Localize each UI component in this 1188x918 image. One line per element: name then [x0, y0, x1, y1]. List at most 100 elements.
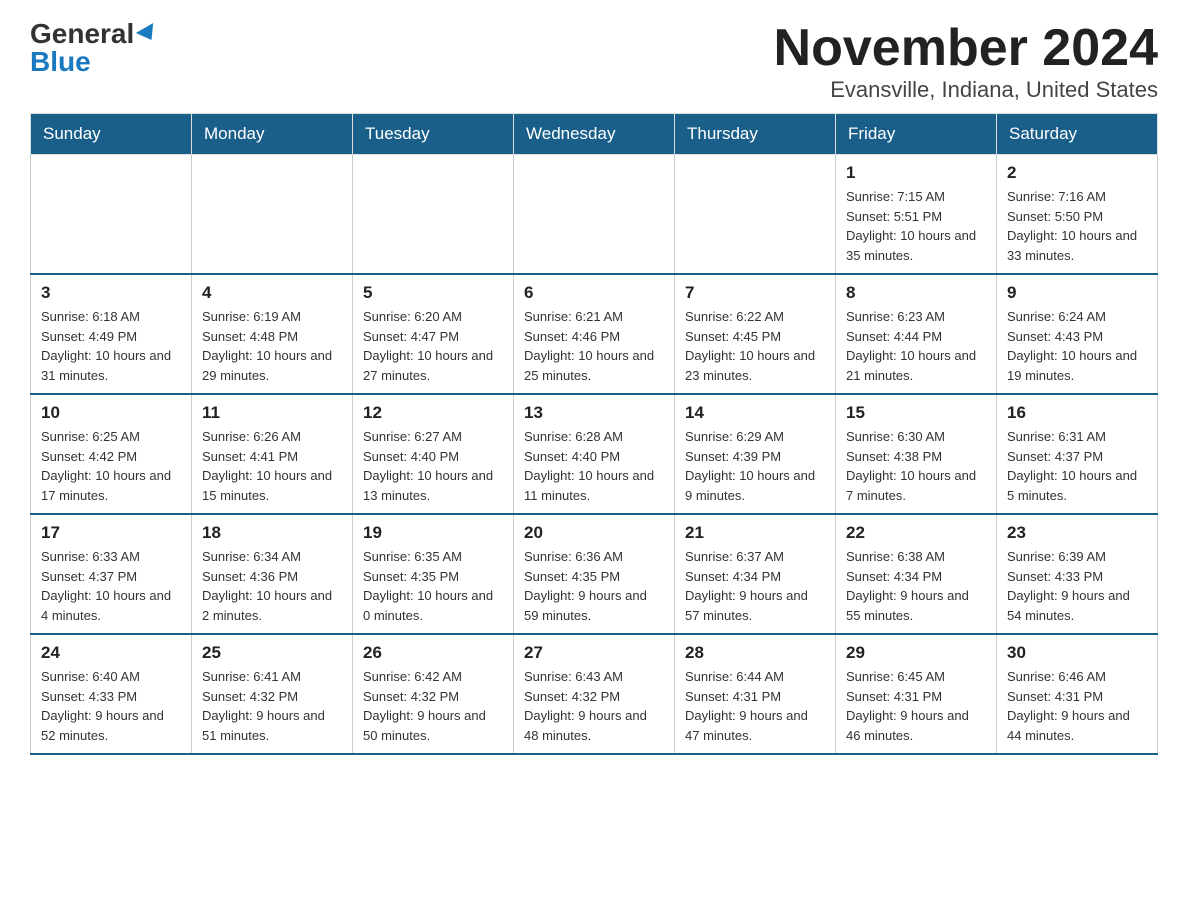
day-info: Sunrise: 6:19 AMSunset: 4:48 PMDaylight:… [202, 307, 342, 385]
calendar-body: 1 Sunrise: 7:15 AMSunset: 5:51 PMDaylight… [31, 155, 1158, 755]
day-info: Sunrise: 6:31 AMSunset: 4:37 PMDaylight:… [1007, 427, 1147, 505]
day-number: 24 [41, 643, 181, 663]
day-info: Sunrise: 6:43 AMSunset: 4:32 PMDaylight:… [524, 667, 664, 745]
calendar-cell [675, 155, 836, 275]
calendar-cell: 27 Sunrise: 6:43 AMSunset: 4:32 PMDayligh… [514, 634, 675, 754]
day-info: Sunrise: 7:16 AMSunset: 5:50 PMDaylight:… [1007, 187, 1147, 265]
weekday-header-row: SundayMondayTuesdayWednesdayThursdayFrid… [31, 114, 1158, 155]
calendar-cell: 22Sunrise: 6:38 AMSunset: 4:34 PMDayligh… [836, 514, 997, 634]
day-info: Sunrise: 6:38 AMSunset: 4:34 PMDaylight:… [846, 547, 986, 625]
day-info: Sunrise: 6:45 AMSunset: 4:31 PMDaylight:… [846, 667, 986, 745]
calendar-cell: 25Sunrise: 6:41 AMSunset: 4:32 PMDayligh… [192, 634, 353, 754]
calendar-cell [31, 155, 192, 275]
day-number: 21 [685, 523, 825, 543]
weekday-header-monday: Monday [192, 114, 353, 155]
day-number: 10 [41, 403, 181, 423]
calendar-cell [192, 155, 353, 275]
day-info: Sunrise: 6:18 AMSunset: 4:49 PMDaylight:… [41, 307, 181, 385]
day-info: Sunrise: 6:42 AMSunset: 4:32 PMDaylight:… [363, 667, 503, 745]
calendar-cell: 21 Sunrise: 6:37 AMSunset: 4:34 PMDayligh… [675, 514, 836, 634]
day-info: Sunrise: 6:21 AMSunset: 4:46 PMDaylight:… [524, 307, 664, 385]
calendar-cell: 4 Sunrise: 6:19 AMSunset: 4:48 PMDaylight… [192, 274, 353, 394]
calendar-cell: 1 Sunrise: 7:15 AMSunset: 5:51 PMDaylight… [836, 155, 997, 275]
calendar-cell: 20 Sunrise: 6:36 AMSunset: 4:35 PMDayligh… [514, 514, 675, 634]
logo-blue-text: Blue [30, 48, 91, 76]
calendar-header: SundayMondayTuesdayWednesdayThursdayFrid… [31, 114, 1158, 155]
weekday-header-wednesday: Wednesday [514, 114, 675, 155]
logo-triangle-icon [136, 23, 160, 45]
calendar-subtitle: Evansville, Indiana, United States [774, 77, 1158, 103]
calendar-week-row: 1 Sunrise: 7:15 AMSunset: 5:51 PMDaylight… [31, 155, 1158, 275]
calendar-cell: 6Sunrise: 6:21 AMSunset: 4:46 PMDaylight… [514, 274, 675, 394]
day-info: Sunrise: 6:28 AMSunset: 4:40 PMDaylight:… [524, 427, 664, 505]
day-number: 14 [685, 403, 825, 423]
calendar-week-row: 17 Sunrise: 6:33 AMSunset: 4:37 PMDayligh… [31, 514, 1158, 634]
day-info: Sunrise: 6:26 AMSunset: 4:41 PMDaylight:… [202, 427, 342, 505]
calendar-cell [353, 155, 514, 275]
day-info: Sunrise: 6:37 AMSunset: 4:34 PMDaylight:… [685, 547, 825, 625]
calendar-cell: 2 Sunrise: 7:16 AMSunset: 5:50 PMDaylight… [997, 155, 1158, 275]
day-info: Sunrise: 6:27 AMSunset: 4:40 PMDaylight:… [363, 427, 503, 505]
calendar-cell: 8Sunrise: 6:23 AMSunset: 4:44 PMDaylight… [836, 274, 997, 394]
weekday-header-thursday: Thursday [675, 114, 836, 155]
calendar-cell: 24 Sunrise: 6:40 AMSunset: 4:33 PMDayligh… [31, 634, 192, 754]
day-number: 23 [1007, 523, 1147, 543]
weekday-header-saturday: Saturday [997, 114, 1158, 155]
calendar-cell: 17 Sunrise: 6:33 AMSunset: 4:37 PMDayligh… [31, 514, 192, 634]
day-info: Sunrise: 6:34 AMSunset: 4:36 PMDaylight:… [202, 547, 342, 625]
calendar-cell: 13 Sunrise: 6:28 AMSunset: 4:40 PMDayligh… [514, 394, 675, 514]
day-number: 26 [363, 643, 503, 663]
weekday-header-tuesday: Tuesday [353, 114, 514, 155]
day-info: Sunrise: 7:15 AMSunset: 5:51 PMDaylight:… [846, 187, 986, 265]
day-number: 1 [846, 163, 986, 183]
calendar-title: November 2024 [774, 20, 1158, 77]
day-number: 8 [846, 283, 986, 303]
calendar-cell: 23 Sunrise: 6:39 AMSunset: 4:33 PMDayligh… [997, 514, 1158, 634]
day-number: 9 [1007, 283, 1147, 303]
day-number: 15 [846, 403, 986, 423]
day-info: Sunrise: 6:36 AMSunset: 4:35 PMDaylight:… [524, 547, 664, 625]
calendar-cell: 10 Sunrise: 6:25 AMSunset: 4:42 PMDayligh… [31, 394, 192, 514]
calendar-cell: 18 Sunrise: 6:34 AMSunset: 4:36 PMDayligh… [192, 514, 353, 634]
page-header: General Blue November 2024 Evansville, I… [30, 20, 1158, 103]
calendar-cell: 28Sunrise: 6:44 AMSunset: 4:31 PMDayligh… [675, 634, 836, 754]
day-info: Sunrise: 6:33 AMSunset: 4:37 PMDaylight:… [41, 547, 181, 625]
calendar-cell: 30Sunrise: 6:46 AMSunset: 4:31 PMDayligh… [997, 634, 1158, 754]
day-number: 12 [363, 403, 503, 423]
calendar-table: SundayMondayTuesdayWednesdayThursdayFrid… [30, 113, 1158, 755]
day-number: 17 [41, 523, 181, 543]
day-info: Sunrise: 6:22 AMSunset: 4:45 PMDaylight:… [685, 307, 825, 385]
day-info: Sunrise: 6:25 AMSunset: 4:42 PMDaylight:… [41, 427, 181, 505]
calendar-week-row: 3Sunrise: 6:18 AMSunset: 4:49 PMDaylight… [31, 274, 1158, 394]
day-number: 2 [1007, 163, 1147, 183]
calendar-cell: 29 Sunrise: 6:45 AMSunset: 4:31 PMDayligh… [836, 634, 997, 754]
logo-general-text: General [30, 20, 134, 48]
day-number: 28 [685, 643, 825, 663]
day-info: Sunrise: 6:20 AMSunset: 4:47 PMDaylight:… [363, 307, 503, 385]
day-info: Sunrise: 6:24 AMSunset: 4:43 PMDaylight:… [1007, 307, 1147, 385]
day-info: Sunrise: 6:30 AMSunset: 4:38 PMDaylight:… [846, 427, 986, 505]
day-number: 18 [202, 523, 342, 543]
day-number: 16 [1007, 403, 1147, 423]
logo: General Blue [30, 20, 158, 76]
title-area: November 2024 Evansville, Indiana, Unite… [774, 20, 1158, 103]
day-number: 4 [202, 283, 342, 303]
calendar-cell: 12 Sunrise: 6:27 AMSunset: 4:40 PMDayligh… [353, 394, 514, 514]
day-number: 30 [1007, 643, 1147, 663]
calendar-week-row: 10 Sunrise: 6:25 AMSunset: 4:42 PMDayligh… [31, 394, 1158, 514]
day-number: 27 [524, 643, 664, 663]
calendar-cell: 16 Sunrise: 6:31 AMSunset: 4:37 PMDayligh… [997, 394, 1158, 514]
day-info: Sunrise: 6:40 AMSunset: 4:33 PMDaylight:… [41, 667, 181, 745]
calendar-cell: 11Sunrise: 6:26 AMSunset: 4:41 PMDayligh… [192, 394, 353, 514]
day-number: 5 [363, 283, 503, 303]
day-number: 20 [524, 523, 664, 543]
day-number: 13 [524, 403, 664, 423]
calendar-cell: 9 Sunrise: 6:24 AMSunset: 4:43 PMDaylight… [997, 274, 1158, 394]
day-info: Sunrise: 6:39 AMSunset: 4:33 PMDaylight:… [1007, 547, 1147, 625]
day-info: Sunrise: 6:41 AMSunset: 4:32 PMDaylight:… [202, 667, 342, 745]
weekday-header-friday: Friday [836, 114, 997, 155]
day-number: 29 [846, 643, 986, 663]
calendar-cell: 19Sunrise: 6:35 AMSunset: 4:35 PMDayligh… [353, 514, 514, 634]
calendar-cell [514, 155, 675, 275]
day-info: Sunrise: 6:29 AMSunset: 4:39 PMDaylight:… [685, 427, 825, 505]
